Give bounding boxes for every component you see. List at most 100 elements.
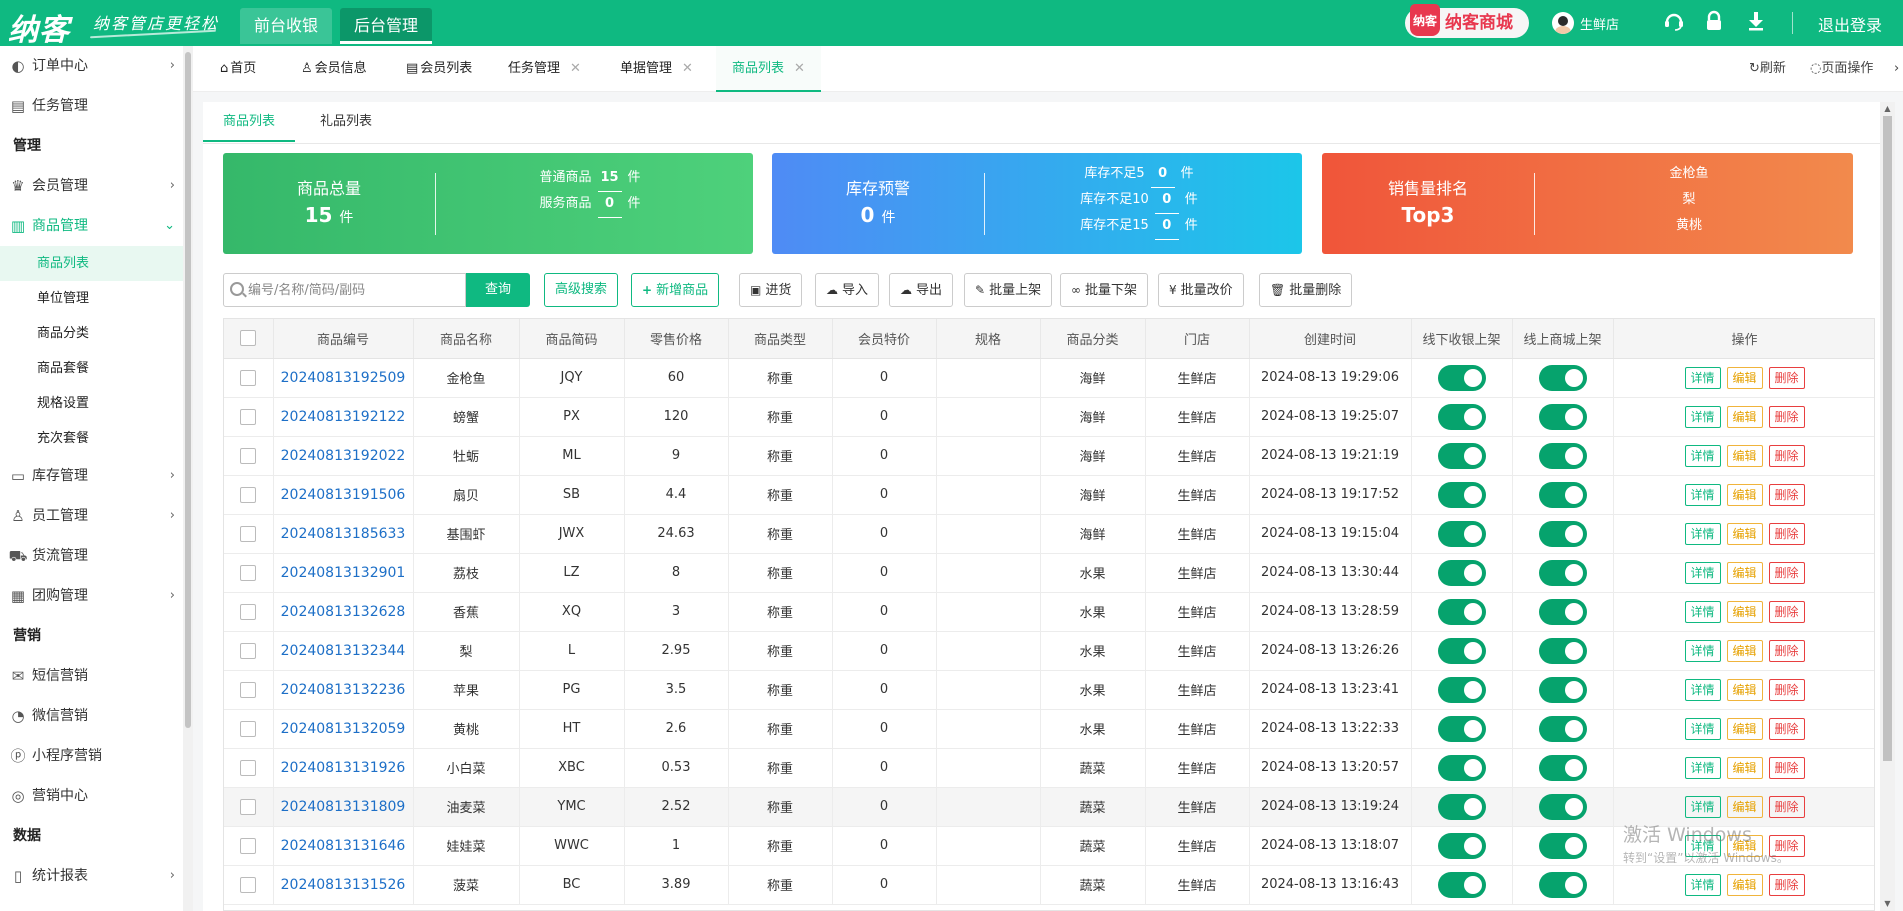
product-code-link[interactable]: 20240813132059 [281,721,406,737]
sidebar-item[interactable]: ♙ 员工管理 › [0,496,183,536]
delete-button[interactable]: 删除 [1768,366,1805,389]
sidebar-item[interactable]: ✉ 短信营销 [0,656,183,696]
sidebar-item[interactable]: ◎ 营销中心 [0,776,183,816]
stock-lt5-count[interactable]: 0 [1150,161,1175,188]
content-scrollbar[interactable]: ▲ ▼ [1880,102,1895,911]
stock-lt15-count[interactable]: 0 [1154,213,1179,240]
offline-shelf-toggle[interactable] [1437,364,1486,391]
batch-price-button[interactable]: ¥ 批量改价 [1158,273,1244,307]
page-ops-button[interactable]: ◌页面操作 [1810,46,1873,92]
import-button[interactable]: ☁ 导入 [815,273,880,307]
product-code-link[interactable]: 20240813131526 [281,877,406,893]
scrollbar-thumb[interactable] [185,52,191,728]
detail-button[interactable]: 详情 [1684,639,1721,662]
export-button[interactable]: ☁ 导出 [889,273,954,307]
sidebar-subitem[interactable]: 商品套餐 [0,351,183,386]
detail-button[interactable]: 详情 [1684,834,1721,857]
row-checkbox[interactable] [240,603,257,620]
detail-button[interactable]: 详情 [1684,483,1721,506]
logout-button[interactable]: 退出登录 [1818,12,1882,36]
row-checkbox[interactable] [240,759,257,776]
offline-shelf-toggle[interactable] [1437,559,1486,586]
online-shelf-toggle[interactable] [1538,715,1587,742]
stock-lt10-count[interactable]: 0 [1154,187,1179,214]
sidebar-item[interactable]: ▯ 统计报表 › [0,856,183,896]
detail-button[interactable]: 详情 [1684,873,1721,896]
online-shelf-toggle[interactable] [1538,598,1587,625]
product-code-link[interactable]: 20240813192122 [281,409,406,425]
product-code-link[interactable]: 20240813132236 [281,682,406,698]
product-code-link[interactable]: 20240813132344 [281,643,406,659]
delete-button[interactable]: 删除 [1768,444,1805,467]
tab-task-management[interactable]: 任务管理 ✕ [508,46,581,92]
col-header[interactable]: 线上商城上架 [1512,319,1614,359]
col-header[interactable]: 商品分类 [1040,319,1146,359]
refresh-button[interactable]: ↻刷新 [1749,46,1786,92]
offline-shelf-toggle[interactable] [1437,598,1486,625]
edit-button[interactable]: 编辑 [1726,795,1763,818]
sidebar-item[interactable]: ▦ 团购管理 › [0,576,183,616]
col-header[interactable]: 线下收银上架 [1411,319,1513,359]
delete-button[interactable]: 删除 [1768,561,1805,584]
row-checkbox[interactable] [240,837,257,854]
row-checkbox[interactable] [240,642,257,659]
product-code-link[interactable]: 20240813131926 [281,760,406,776]
detail-button[interactable]: 详情 [1684,561,1721,584]
tab-document-management[interactable]: 单据管理 ✕ [620,46,693,92]
product-code-link[interactable]: 20240813185633 [281,526,406,542]
sidebar-item[interactable]: ▭ 库存管理 › [0,456,183,496]
sidebar-scrollbar[interactable] [183,46,193,911]
offline-shelf-toggle[interactable] [1437,754,1486,781]
close-icon[interactable]: ✕ [794,61,805,76]
online-shelf-toggle[interactable] [1538,637,1587,664]
close-icon[interactable]: ✕ [570,61,581,76]
tab-member-list[interactable]: ▤ 会员列表 [406,46,472,92]
download-icon[interactable] [1744,10,1768,34]
detail-button[interactable]: 详情 [1684,366,1721,389]
sidebar-item[interactable]: ⓟ 小程序营销 [0,736,183,776]
sidebar-item[interactable]: ◐ 订单中心 › [0,46,183,86]
delete-button[interactable]: 删除 [1768,522,1805,545]
online-shelf-toggle[interactable] [1538,559,1587,586]
delete-button[interactable]: 删除 [1768,834,1805,857]
row-checkbox[interactable] [240,447,257,464]
lock-icon[interactable] [1702,10,1726,34]
tab-home[interactable]: ⌂ 首页 [220,46,256,92]
tab-member-info[interactable]: ♙ 会员信息 [301,46,367,92]
online-shelf-toggle[interactable] [1538,442,1587,469]
edit-button[interactable]: 编辑 [1726,522,1763,545]
edit-button[interactable]: 编辑 [1726,639,1763,662]
row-checkbox[interactable] [240,525,257,542]
delete-button[interactable]: 删除 [1768,405,1805,428]
chevron-right-icon[interactable]: › [1894,46,1899,92]
detail-button[interactable]: 详情 [1684,444,1721,467]
offline-shelf-toggle[interactable] [1437,832,1486,859]
sidebar-subitem[interactable]: 规格设置 [0,386,183,421]
offline-shelf-toggle[interactable] [1437,481,1486,508]
nav-backend-admin[interactable]: 后台管理 [340,8,433,44]
scroll-up-icon[interactable]: ▲ [1883,104,1892,114]
edit-button[interactable]: 编辑 [1726,483,1763,506]
product-code-link[interactable]: 20240813131809 [281,799,406,815]
online-shelf-toggle[interactable] [1538,793,1587,820]
row-checkbox[interactable] [240,369,257,386]
online-shelf-toggle[interactable] [1538,364,1587,391]
offline-shelf-toggle[interactable] [1437,871,1486,898]
delete-button[interactable]: 删除 [1768,483,1805,506]
col-header[interactable]: 零售价格 [624,319,729,359]
delete-button[interactable]: 删除 [1768,678,1805,701]
delete-button[interactable]: 删除 [1768,639,1805,662]
nav-front-cashier[interactable]: 前台收银 [240,8,333,44]
product-code-link[interactable]: 20240813132901 [281,565,406,581]
stock-in-button[interactable]: ▣ 进货 [739,273,803,307]
row-checkbox[interactable] [240,408,257,425]
detail-button[interactable]: 详情 [1684,405,1721,428]
edit-button[interactable]: 编辑 [1726,561,1763,584]
search-input[interactable] [248,274,463,306]
edit-button[interactable]: 编辑 [1726,756,1763,779]
offline-shelf-toggle[interactable] [1437,793,1486,820]
online-shelf-toggle[interactable] [1538,676,1587,703]
offline-shelf-toggle[interactable] [1437,403,1486,430]
tab-product-list[interactable]: 商品列表 ✕ [716,46,821,92]
col-header[interactable]: 规格 [936,319,1041,359]
